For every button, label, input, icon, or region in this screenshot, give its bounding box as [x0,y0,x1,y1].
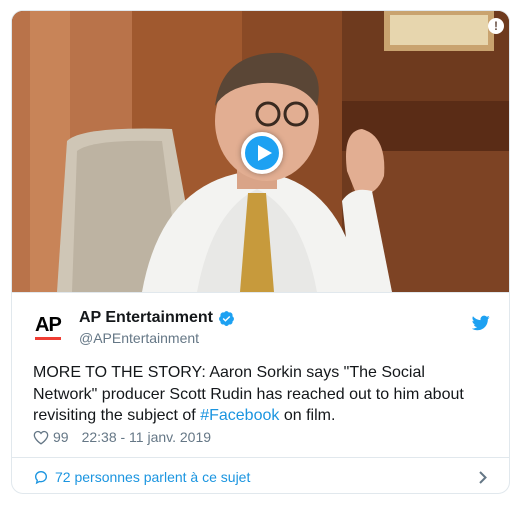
ap-logo-underline [35,337,61,340]
verified-badge-icon [219,310,234,326]
chevron-right-icon [479,471,487,484]
tweet-header: AP AP Entertainment @APEntertainment [12,292,509,354]
tweet-text: MORE TO THE STORY: Aaron Sorkin says "Th… [33,362,493,427]
author-name-row[interactable]: AP Entertainment [79,309,235,327]
hashtag-link[interactable]: #Facebook [200,407,279,424]
twitter-bird-icon[interactable] [472,315,490,331]
tweet-timestamp[interactable]: 22:38 - 11 janv. 2019 [82,429,211,445]
speech-bubble-icon [34,470,48,484]
info-icon[interactable]: ! [488,18,504,34]
tweet-meta: 99 22:38 - 11 janv. 2019 [33,429,211,445]
ap-logo-text: AP [35,314,62,336]
like-count[interactable]: 99 [53,429,69,445]
heart-icon[interactable] [33,430,49,445]
embedded-tweet-card: ! AP AP Entertainment @APEntertainment M… [11,10,510,494]
display-name[interactable]: AP Entertainment [79,309,213,327]
user-handle[interactable]: @APEntertainment [79,330,199,346]
ap-logo[interactable]: AP [35,315,67,341]
conversation-link[interactable]: 72 personnes parlent à ce sujet [12,457,509,493]
tweet-text-after: on film. [279,407,336,424]
video-thumbnail[interactable]: ! [12,11,509,292]
conversation-count-label: 72 personnes parlent à ce sujet [55,468,251,485]
play-icon[interactable] [241,132,283,174]
